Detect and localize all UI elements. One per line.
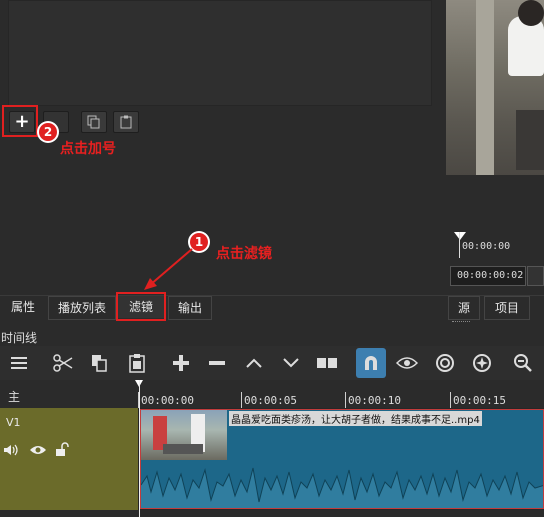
lock-button[interactable]	[54, 441, 70, 457]
magnet-icon	[365, 356, 377, 370]
annotation-click-add: 点击加号	[60, 141, 116, 157]
annotation-arrow	[144, 248, 193, 290]
ruler-label: 00:00:00	[141, 394, 194, 407]
ruler-tick	[241, 392, 242, 408]
ruler-tick	[345, 392, 346, 408]
minus-icon	[209, 361, 225, 365]
chevron-down-icon	[283, 358, 299, 368]
target-icon	[436, 354, 454, 372]
video-clip[interactable]: 晶晶爱吃面类疹汤，让大胡子者做，结果成事不足..mp4	[140, 409, 544, 509]
ruler-label: 00:00:15	[453, 394, 506, 407]
ripple-toggle[interactable]	[432, 350, 458, 376]
ruler-label: 00:00:10	[348, 394, 401, 407]
annotation-click-filters: 点击滤镜	[216, 246, 272, 262]
zoom-out-icon	[514, 354, 532, 372]
ripple-all-icon	[473, 354, 491, 372]
position-timecode[interactable]: 00:00:00	[456, 238, 544, 258]
remove-button[interactable]	[204, 350, 230, 376]
split-icon	[317, 356, 337, 370]
tab-export[interactable]: 输出	[168, 296, 212, 320]
hide-button[interactable]	[28, 442, 48, 458]
clipboard-icon	[129, 354, 145, 373]
append-button[interactable]	[168, 350, 194, 376]
eye-icon	[396, 357, 418, 369]
timeline-playhead-line	[139, 380, 140, 517]
track-v1-label: V1	[6, 416, 21, 429]
master-track-label: 主	[8, 390, 21, 404]
annotation-badge-2: 2	[39, 123, 57, 141]
copy-icon	[87, 115, 100, 129]
preview-ground	[516, 110, 544, 170]
preview-person-hair	[518, 0, 544, 26]
dock-grip[interactable]	[452, 321, 470, 325]
audio-waveform	[141, 467, 543, 508]
annotation-box-filters-tab	[116, 292, 166, 321]
menu-button[interactable]	[6, 350, 32, 376]
thumb-table	[163, 444, 203, 454]
preview-pole	[476, 0, 494, 175]
mute-button[interactable]	[2, 442, 20, 458]
clip-thumbnail	[141, 410, 227, 460]
plus-icon	[173, 355, 189, 371]
zoom-out-button[interactable]	[510, 350, 536, 376]
copy-filter-button[interactable]	[81, 111, 107, 133]
split-button[interactable]	[314, 350, 340, 376]
unlock-icon	[56, 442, 69, 456]
scrub-toggle[interactable]	[394, 350, 420, 376]
tab-source[interactable]: 源	[448, 296, 480, 320]
copy-icon	[92, 355, 107, 372]
filters-list-area	[8, 0, 432, 106]
annotation-box-add	[2, 105, 38, 137]
cut-button[interactable]	[50, 350, 76, 376]
overwrite-button[interactable]	[278, 350, 304, 376]
track-v1-header[interactable]: V1	[0, 408, 138, 510]
eye-icon	[30, 446, 46, 454]
clip-name: 晶晶爱吃面类疹汤，让大胡子者做，结果成事不足..mp4	[229, 411, 482, 426]
speaker-icon	[4, 444, 18, 456]
ripple-all-toggle[interactable]	[469, 350, 495, 376]
tab-playlist[interactable]: 播放列表	[48, 296, 116, 320]
paste-button[interactable]	[124, 350, 150, 376]
copy-button[interactable]	[86, 350, 112, 376]
snap-toggle[interactable]	[356, 348, 386, 378]
hamburger-icon	[11, 357, 27, 369]
lift-button[interactable]	[241, 350, 267, 376]
clipboard-icon	[120, 115, 132, 129]
timecode-stepper[interactable]	[527, 266, 544, 286]
timeline-title: 时间线	[1, 331, 38, 345]
duration-timecode[interactable]: 00:00:00:02	[450, 266, 526, 286]
ruler-tick	[450, 392, 451, 408]
ruler-label: 00:00:05	[244, 394, 297, 407]
tab-project[interactable]: 项目	[484, 296, 530, 320]
tab-properties[interactable]: 属性	[2, 296, 44, 318]
video-preview	[446, 0, 544, 175]
paste-filter-button[interactable]	[113, 111, 139, 133]
chevron-up-icon	[246, 358, 262, 368]
timeline-toolbar	[0, 346, 544, 380]
scissors-icon	[53, 354, 73, 372]
